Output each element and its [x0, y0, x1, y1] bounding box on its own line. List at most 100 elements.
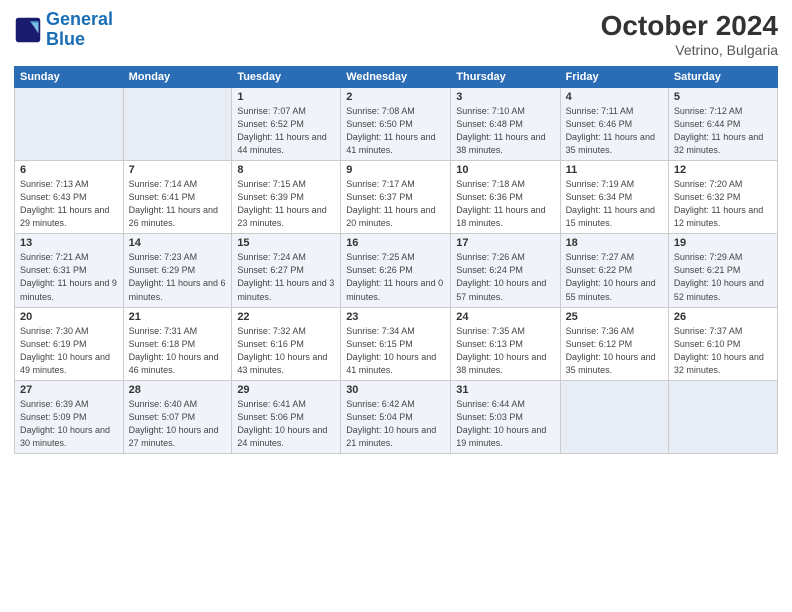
day-info: Sunrise: 6:41 AMSunset: 5:06 PMDaylight:…: [237, 398, 335, 450]
day-info: Sunrise: 7:14 AMSunset: 6:41 PMDaylight:…: [129, 178, 227, 230]
day-info: Sunrise: 7:25 AMSunset: 6:26 PMDaylight:…: [346, 251, 445, 303]
day-info: Sunrise: 7:15 AMSunset: 6:39 PMDaylight:…: [237, 178, 335, 230]
day-number: 21: [129, 311, 227, 323]
day-number: 15: [237, 237, 335, 249]
day-info: Sunrise: 7:30 AMSunset: 6:19 PMDaylight:…: [20, 325, 118, 377]
calendar-cell: 12Sunrise: 7:20 AMSunset: 6:32 PMDayligh…: [668, 161, 777, 234]
day-info: Sunrise: 7:23 AMSunset: 6:29 PMDaylight:…: [129, 251, 227, 303]
title-block: October 2024 Vetrino, Bulgaria: [601, 10, 778, 58]
day-of-week-header: Monday: [123, 67, 232, 88]
day-number: 24: [456, 311, 554, 323]
location: Vetrino, Bulgaria: [601, 42, 778, 58]
calendar-cell: 15 Sunrise: 7:24 AMSunset: 6:27 PMDayligh…: [232, 234, 341, 307]
day-info: Sunrise: 7:11 AMSunset: 6:46 PMDaylight:…: [566, 105, 663, 157]
day-number: 3: [456, 91, 554, 103]
calendar-cell: 20 Sunrise: 7:30 AMSunset: 6:19 PMDayligh…: [15, 307, 124, 380]
day-info: Sunrise: 6:40 AMSunset: 5:07 PMDaylight:…: [129, 398, 227, 450]
logo-text: General Blue: [46, 10, 113, 50]
day-number: 20: [20, 311, 118, 323]
day-number: 6: [20, 164, 118, 176]
calendar-cell: 22 Sunrise: 7:32 AMSunset: 6:16 PMDayligh…: [232, 307, 341, 380]
calendar-cell: 8 Sunrise: 7:15 AMSunset: 6:39 PMDaylight…: [232, 161, 341, 234]
day-number: 9: [346, 164, 445, 176]
day-number: 17: [456, 237, 554, 249]
day-number: 22: [237, 311, 335, 323]
day-info: Sunrise: 7:32 AMSunset: 6:16 PMDaylight:…: [237, 325, 335, 377]
calendar-cell: 18 Sunrise: 7:27 AMSunset: 6:22 PMDayligh…: [560, 234, 668, 307]
page: General Blue October 2024 Vetrino, Bulga…: [0, 0, 792, 612]
day-number: 11: [566, 164, 663, 176]
day-number: 18: [566, 237, 663, 249]
calendar-cell: 10 Sunrise: 7:18 AMSunset: 6:36 PMDayligh…: [451, 161, 560, 234]
day-info: Sunrise: 7:20 AMSunset: 6:32 PMDaylight:…: [674, 178, 772, 230]
day-of-week-header: Tuesday: [232, 67, 341, 88]
day-info: Sunrise: 6:44 AMSunset: 5:03 PMDaylight:…: [456, 398, 554, 450]
day-info: Sunrise: 7:13 AMSunset: 6:43 PMDaylight:…: [20, 178, 118, 230]
day-number: 28: [129, 384, 227, 396]
day-number: 7: [129, 164, 227, 176]
day-info: Sunrise: 6:39 AMSunset: 5:09 PMDaylight:…: [20, 398, 118, 450]
calendar-cell: 30 Sunrise: 6:42 AMSunset: 5:04 PMDayligh…: [341, 380, 451, 453]
calendar-cell: 1Sunrise: 7:07 AMSunset: 6:52 PMDaylight…: [232, 88, 341, 161]
day-info: Sunrise: 7:31 AMSunset: 6:18 PMDaylight:…: [129, 325, 227, 377]
day-info: Sunrise: 7:36 AMSunset: 6:12 PMDaylight:…: [566, 325, 663, 377]
logo-icon: [14, 16, 42, 44]
calendar-header-row: SundayMondayTuesdayWednesdayThursdayFrid…: [15, 67, 778, 88]
day-number: 30: [346, 384, 445, 396]
header: General Blue October 2024 Vetrino, Bulga…: [14, 10, 778, 58]
day-number: 19: [674, 237, 772, 249]
day-info: Sunrise: 7:34 AMSunset: 6:15 PMDaylight:…: [346, 325, 445, 377]
day-info: Sunrise: 7:37 AMSunset: 6:10 PMDaylight:…: [674, 325, 772, 377]
calendar-week-row: 13 Sunrise: 7:21 AMSunset: 6:31 PMDayligh…: [15, 234, 778, 307]
day-number: 8: [237, 164, 335, 176]
calendar-cell: 11 Sunrise: 7:19 AMSunset: 6:34 PMDayligh…: [560, 161, 668, 234]
day-number: 16: [346, 237, 445, 249]
day-of-week-header: Friday: [560, 67, 668, 88]
day-number: 10: [456, 164, 554, 176]
day-number: 23: [346, 311, 445, 323]
calendar-table: SundayMondayTuesdayWednesdayThursdayFrid…: [14, 66, 778, 454]
calendar-cell: [15, 88, 124, 161]
day-info: Sunrise: 7:18 AMSunset: 6:36 PMDaylight:…: [456, 178, 554, 230]
day-number: 25: [566, 311, 663, 323]
day-info: Sunrise: 6:42 AMSunset: 5:04 PMDaylight:…: [346, 398, 445, 450]
logo-blue: Blue: [46, 29, 85, 49]
calendar-cell: 19 Sunrise: 7:29 AMSunset: 6:21 PMDayligh…: [668, 234, 777, 307]
calendar-cell: 17Sunrise: 7:26 AMSunset: 6:24 PMDayligh…: [451, 234, 560, 307]
calendar-cell: 25 Sunrise: 7:36 AMSunset: 6:12 PMDayligh…: [560, 307, 668, 380]
logo: General Blue: [14, 10, 113, 50]
day-number: 26: [674, 311, 772, 323]
calendar-cell: 14 Sunrise: 7:23 AMSunset: 6:29 PMDayligh…: [123, 234, 232, 307]
calendar-cell: 6 Sunrise: 7:13 AMSunset: 6:43 PMDaylight…: [15, 161, 124, 234]
calendar-cell: 28 Sunrise: 6:40 AMSunset: 5:07 PMDayligh…: [123, 380, 232, 453]
day-number: 2: [346, 91, 445, 103]
day-info: Sunrise: 7:10 AMSunset: 6:48 PMDaylight:…: [456, 105, 554, 157]
day-number: 31: [456, 384, 554, 396]
day-number: 13: [20, 237, 118, 249]
day-info: Sunrise: 7:24 AMSunset: 6:27 PMDaylight:…: [237, 251, 335, 303]
calendar-cell: 27 Sunrise: 6:39 AMSunset: 5:09 PMDayligh…: [15, 380, 124, 453]
day-number: 29: [237, 384, 335, 396]
calendar-cell: [560, 380, 668, 453]
calendar-cell: [123, 88, 232, 161]
calendar-cell: [668, 380, 777, 453]
calendar-cell: 16 Sunrise: 7:25 AMSunset: 6:26 PMDayligh…: [341, 234, 451, 307]
day-info: Sunrise: 7:21 AMSunset: 6:31 PMDaylight:…: [20, 251, 118, 303]
calendar-cell: 29 Sunrise: 6:41 AMSunset: 5:06 PMDayligh…: [232, 380, 341, 453]
day-number: 14: [129, 237, 227, 249]
day-info: Sunrise: 7:08 AMSunset: 6:50 PMDaylight:…: [346, 105, 445, 157]
day-info: Sunrise: 7:19 AMSunset: 6:34 PMDaylight:…: [566, 178, 663, 230]
day-info: Sunrise: 7:27 AMSunset: 6:22 PMDaylight:…: [566, 251, 663, 303]
calendar-cell: 7 Sunrise: 7:14 AMSunset: 6:41 PMDaylight…: [123, 161, 232, 234]
day-info: Sunrise: 7:29 AMSunset: 6:21 PMDaylight:…: [674, 251, 772, 303]
day-info: Sunrise: 7:17 AMSunset: 6:37 PMDaylight:…: [346, 178, 445, 230]
day-of-week-header: Saturday: [668, 67, 777, 88]
day-of-week-header: Thursday: [451, 67, 560, 88]
day-info: Sunrise: 7:12 AMSunset: 6:44 PMDaylight:…: [674, 105, 772, 157]
day-number: 27: [20, 384, 118, 396]
calendar-cell: 9 Sunrise: 7:17 AMSunset: 6:37 PMDaylight…: [341, 161, 451, 234]
day-info: Sunrise: 7:35 AMSunset: 6:13 PMDaylight:…: [456, 325, 554, 377]
day-number: 5: [674, 91, 772, 103]
calendar-cell: 4Sunrise: 7:11 AMSunset: 6:46 PMDaylight…: [560, 88, 668, 161]
calendar-week-row: 1Sunrise: 7:07 AMSunset: 6:52 PMDaylight…: [15, 88, 778, 161]
